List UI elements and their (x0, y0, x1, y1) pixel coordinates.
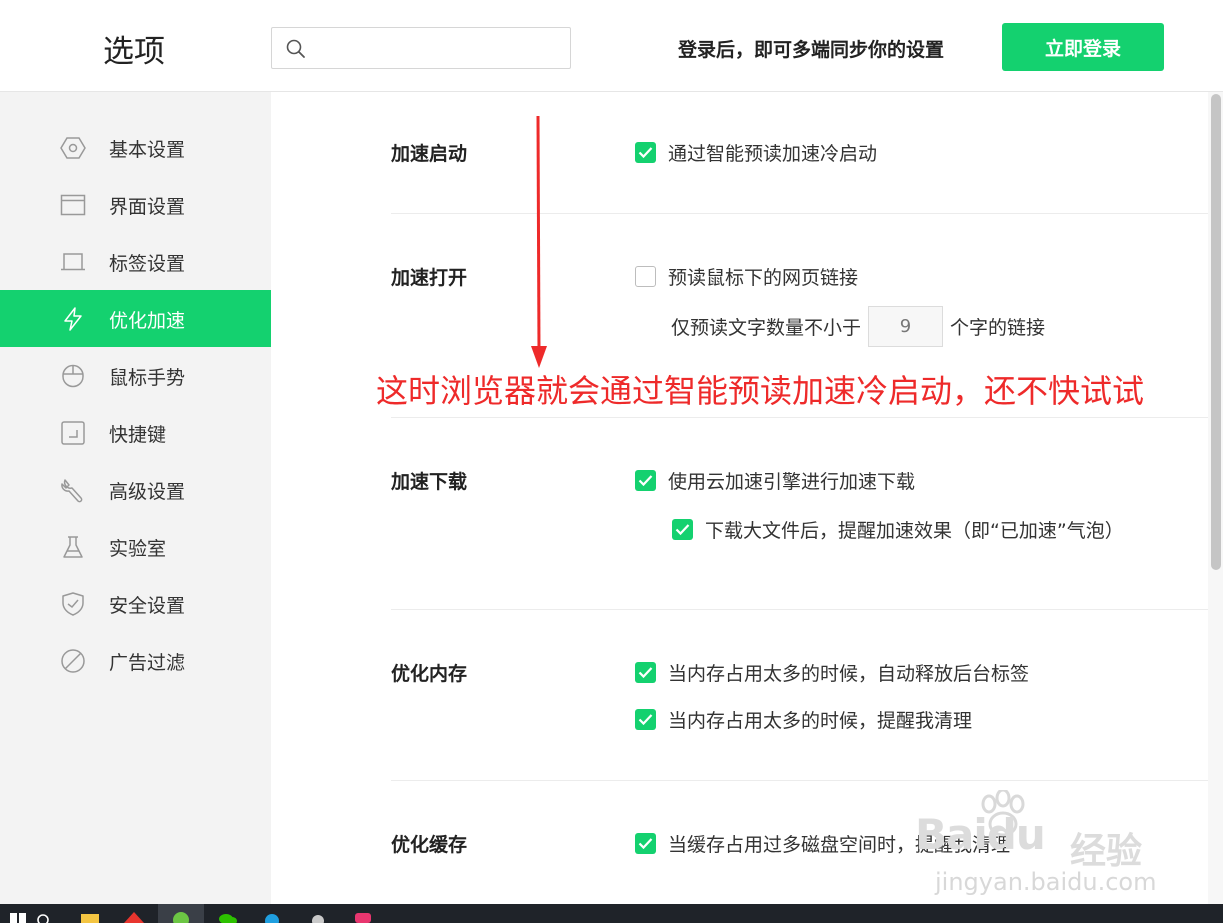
search-icon[interactable] (34, 912, 54, 923)
min-chars-prefix: 仅预读文字数量不小于 (671, 317, 862, 339)
section-title-cache: 优化缓存 (391, 834, 468, 856)
option-label: 使用云加速引擎进行加速下载 (668, 471, 916, 493)
page-title: 选项 (103, 34, 165, 70)
section-title-startup: 加速启动 (391, 143, 468, 165)
option-label: 当内存占用太多的时候，自动释放后台标签 (668, 663, 1030, 685)
annotation-text: 这时浏览器就会通过智能预读加速冷启动，还不快试试 (376, 372, 1145, 410)
search-box[interactable] (271, 27, 571, 69)
option-smart-preload[interactable]: 通过智能预读加速冷启动 (635, 139, 877, 166)
sidebar-item-interface[interactable]: 界面设置 (0, 176, 271, 233)
checkbox-checked[interactable] (635, 709, 656, 730)
divider (391, 417, 1213, 418)
sidebar-item-lab[interactable]: 实验室 (0, 518, 271, 575)
folder-icon[interactable] (80, 912, 100, 923)
sidebar-item-label: 快捷键 (109, 424, 167, 446)
browser-360-icon (173, 912, 189, 923)
option-cloud-download[interactable]: 使用云加速引擎进行加速下载 (635, 467, 915, 494)
shield-check-icon (62, 592, 84, 616)
sidebar-item-label: 优化加速 (109, 310, 186, 332)
app-red-icon[interactable] (124, 912, 144, 923)
annotation-arrow (531, 116, 547, 368)
option-download-bubble[interactable]: 下载大文件后，提醒加速效果（即“已加速”气泡） (672, 516, 1124, 543)
checkbox-checked[interactable] (635, 833, 656, 854)
search-icon (286, 39, 305, 58)
active-app-highlight[interactable] (158, 904, 204, 923)
checkbox-checked[interactable] (672, 519, 693, 540)
sidebar-item-label: 基本设置 (109, 139, 186, 161)
flask-icon (63, 536, 83, 558)
app-pink-icon[interactable] (353, 912, 373, 923)
sidebar-item-label: 实验室 (109, 538, 167, 560)
search-input[interactable] (314, 36, 554, 60)
sidebar-item-security[interactable]: 安全设置 (0, 575, 271, 632)
checkbox-unchecked[interactable] (635, 266, 656, 287)
sidebar-item-advanced[interactable]: 高级设置 (0, 461, 271, 518)
min-chars-suffix: 个字的链接 (950, 317, 1046, 339)
hexagon-gear-icon (60, 137, 86, 159)
mouse-icon (62, 364, 84, 388)
sidebar-item-label: 界面设置 (109, 196, 186, 218)
option-label: 通过智能预读加速冷启动 (668, 143, 878, 165)
sidebar-item-label: 鼠标手势 (109, 367, 186, 389)
sidebar-item-tabs[interactable]: 标签设置 (0, 233, 271, 290)
sidebar-item-optimize[interactable]: 优化加速 (0, 290, 271, 347)
lightning-icon (64, 307, 82, 331)
section-title-memory: 优化内存 (391, 663, 468, 685)
option-label: 下载大文件后，提醒加速效果（即“已加速”气泡） (705, 520, 1124, 542)
divider (391, 609, 1213, 610)
option-preload-links[interactable]: 预读鼠标下的网页链接 (635, 263, 858, 290)
section-title-download: 加速下载 (391, 471, 468, 493)
windows-start-icon[interactable] (8, 912, 28, 923)
window-icon (60, 194, 86, 216)
tab-icon (61, 253, 85, 271)
option-release-tabs[interactable]: 当内存占用太多的时候，自动释放后台标签 (635, 659, 1029, 686)
keyboard-shortcut-icon (61, 421, 85, 445)
sidebar-item-basic[interactable]: 基本设置 (0, 119, 271, 176)
option-remind-clean-memory[interactable]: 当内存占用太多的时候，提醒我清理 (635, 706, 972, 733)
min-chars-row: 仅预读文字数量不小于 个字的链接 (671, 306, 1045, 347)
wechat-icon[interactable] (218, 912, 238, 923)
sidebar-item-shortcuts[interactable]: 快捷键 (0, 404, 271, 461)
checkbox-checked[interactable] (635, 470, 656, 491)
block-icon (61, 649, 85, 673)
sidebar-item-label: 广告过滤 (109, 652, 186, 674)
sidebar-item-label: 标签设置 (109, 253, 186, 275)
watermark-brand: Baidu (915, 810, 1046, 859)
divider (391, 213, 1213, 214)
header-bar: 选项 登录后，即可多端同步你的设置 立即登录 (0, 0, 1223, 92)
app-gray-icon[interactable] (308, 912, 328, 923)
section-title-open: 加速打开 (391, 267, 468, 289)
settings-panel: 加速启动 通过智能预读加速冷启动 加速打开 预读鼠标下的网页链接 仅预读文字数量… (271, 92, 1223, 904)
sync-tip: 登录后，即可多端同步你的设置 (678, 39, 945, 61)
sidebar-item-label: 高级设置 (109, 481, 186, 503)
baidu-jingyan-watermark: Baidu 经验 jingyan.baidu.com (915, 790, 1165, 900)
divider (391, 780, 1213, 781)
sidebar-item-mouse-gesture[interactable]: 鼠标手势 (0, 347, 271, 404)
option-label: 预读鼠标下的网页链接 (668, 267, 859, 289)
option-label: 当内存占用太多的时候，提醒我清理 (668, 710, 973, 732)
watermark-jingyan: 经验 (1070, 831, 1143, 872)
watermark-url: jingyan.baidu.com (935, 868, 1157, 896)
login-button[interactable]: 立即登录 (1002, 23, 1164, 71)
taskbar (0, 904, 1223, 923)
scrollbar-thumb[interactable] (1211, 94, 1221, 570)
checkbox-checked[interactable] (635, 662, 656, 683)
wrench-icon (61, 479, 83, 503)
checkbox-checked[interactable] (635, 142, 656, 163)
sidebar-item-adblock[interactable]: 广告过滤 (0, 632, 271, 689)
min-chars-input[interactable] (868, 306, 944, 347)
sidebar: 基本设置 界面设置 标签设置 优化加速 鼠标手势 快捷键 高级设置 实验室 安全… (0, 92, 271, 904)
edge-icon[interactable] (262, 912, 282, 923)
sidebar-item-label: 安全设置 (109, 595, 186, 617)
